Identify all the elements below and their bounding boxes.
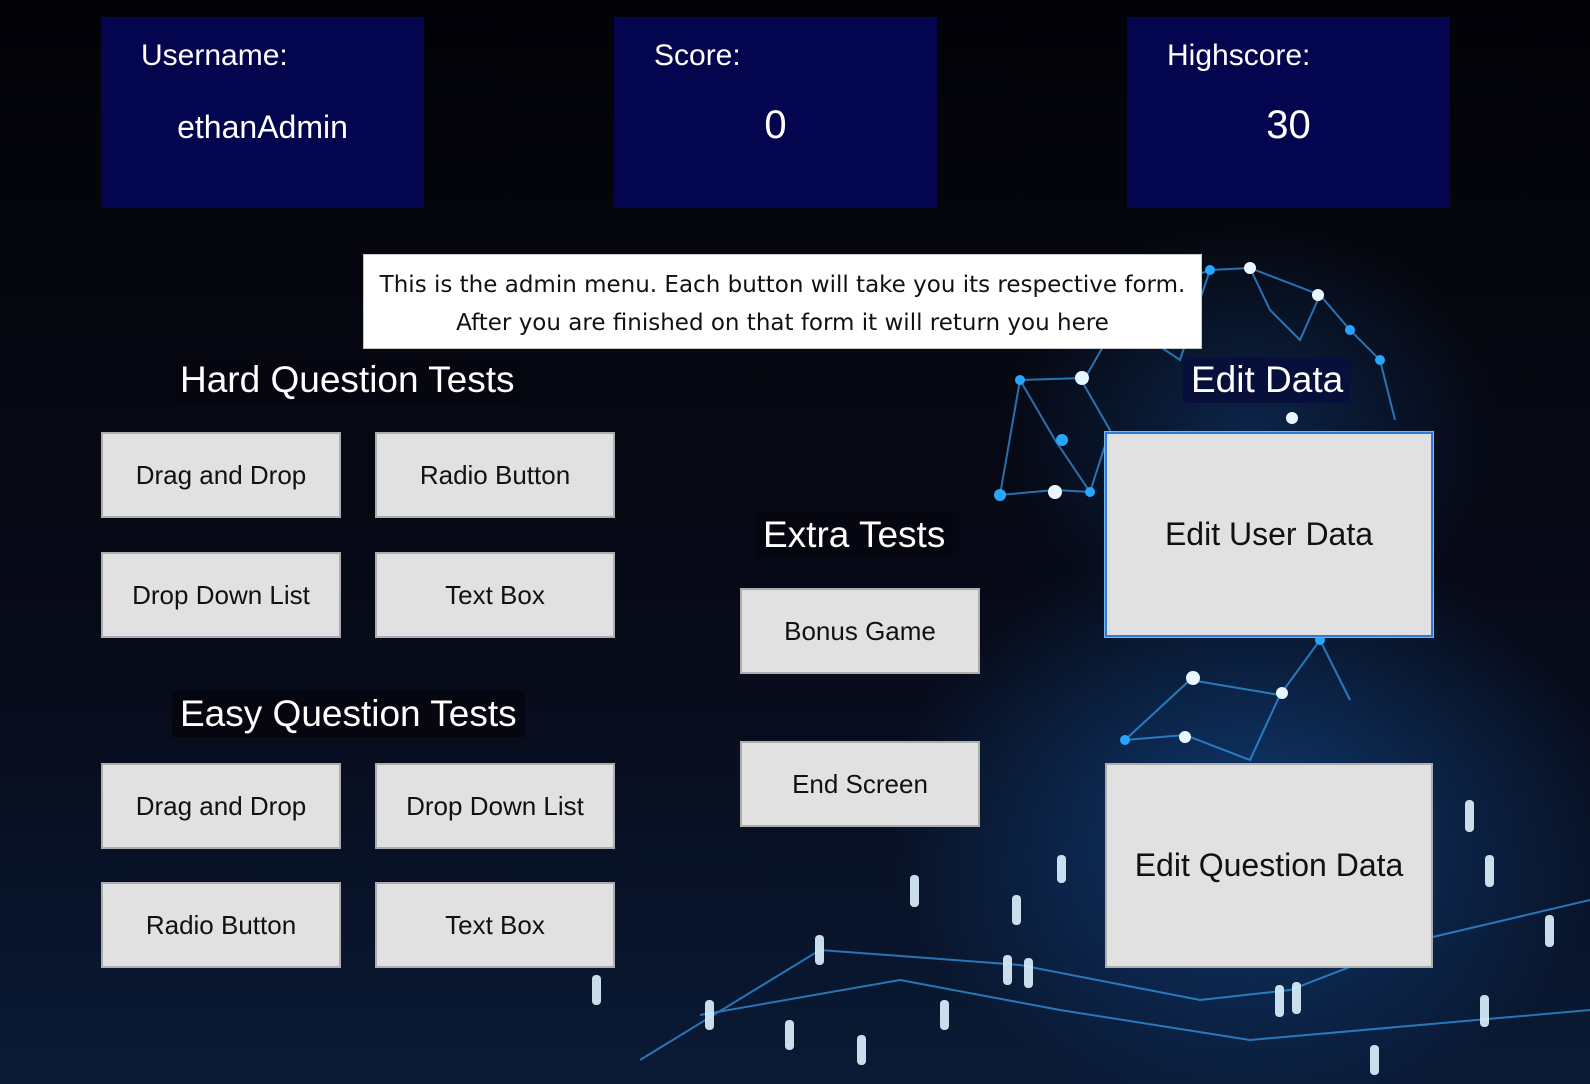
username-label: Username: [141, 39, 288, 72]
hard-tests-title: Hard Question Tests [172, 357, 523, 403]
score-label: Score: [654, 39, 741, 72]
easy-drag-and-drop-button[interactable]: Drag and Drop [101, 763, 341, 849]
score-panel: Score: 0 [614, 17, 937, 208]
notice-line-1: This is the admin menu. Each button will… [379, 272, 1186, 298]
username-panel: Username: ethanAdmin [101, 17, 424, 208]
score-value: 0 [764, 103, 787, 147]
hard-drag-and-drop-button[interactable]: Drag and Drop [101, 432, 341, 518]
edit-user-data-button[interactable]: Edit User Data [1104, 431, 1434, 638]
highscore-label: Highscore: [1167, 39, 1311, 72]
end-screen-button[interactable]: End Screen [740, 741, 980, 827]
extra-tests-title: Extra Tests [755, 512, 954, 558]
easy-drop-down-list-button[interactable]: Drop Down List [375, 763, 615, 849]
hard-drop-down-list-button[interactable]: Drop Down List [101, 552, 341, 638]
edit-question-data-button[interactable]: Edit Question Data [1105, 763, 1433, 968]
hard-text-box-button[interactable]: Text Box [375, 552, 615, 638]
username-value: ethanAdmin [177, 109, 348, 145]
easy-tests-title: Easy Question Tests [172, 691, 525, 737]
easy-radio-button-button[interactable]: Radio Button [101, 882, 341, 968]
highscore-value: 30 [1266, 103, 1311, 147]
hard-radio-button-button[interactable]: Radio Button [375, 432, 615, 518]
admin-menu-notice: This is the admin menu. Each button will… [363, 254, 1202, 349]
easy-text-box-button[interactable]: Text Box [375, 882, 615, 968]
bonus-game-button[interactable]: Bonus Game [740, 588, 980, 674]
notice-line-2: After you are finished on that form it w… [456, 310, 1109, 336]
edit-data-title: Edit Data [1183, 357, 1352, 403]
highscore-panel: Highscore: 30 [1127, 17, 1450, 208]
